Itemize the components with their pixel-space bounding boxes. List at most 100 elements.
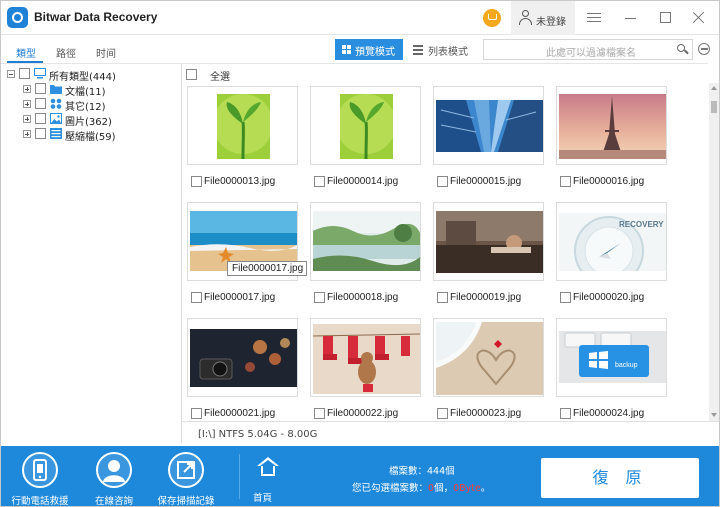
file-checkbox[interactable]: [560, 292, 571, 303]
tree-root-checkbox[interactable]: [19, 68, 30, 79]
file-checkbox[interactable]: [191, 408, 202, 419]
thumbnail-image: [217, 94, 270, 159]
menu-icon[interactable]: [586, 10, 602, 26]
expand-toggle[interactable]: [23, 130, 31, 138]
file-name: File0000022.jpg: [327, 408, 399, 419]
maximize-icon[interactable]: [658, 10, 674, 26]
file-name: File0000014.jpg: [327, 176, 399, 187]
file-checkbox[interactable]: [314, 176, 325, 187]
tree-item-checkbox[interactable]: [35, 98, 46, 109]
tree-item-other[interactable]: 其它(12): [23, 98, 173, 113]
list-mode-label: 列表模式: [428, 47, 468, 58]
divider: [239, 454, 240, 499]
computer-icon: [34, 68, 46, 79]
selected-suffix: 。: [480, 483, 491, 494]
thumbnail-image: [559, 94, 666, 159]
file-checkbox[interactable]: [437, 292, 448, 303]
selected-summary: 您已勾選檔案數：0個，0Byte。: [352, 480, 490, 494]
expand-toggle[interactable]: [23, 115, 31, 123]
selected-mid: 個，: [434, 483, 454, 494]
home-icon[interactable]: [257, 457, 279, 477]
close-icon[interactable]: [691, 10, 707, 26]
online-consult-button[interactable]: 在線咨詢: [77, 450, 149, 506]
user-icon: [519, 10, 532, 25]
expand-toggle[interactable]: [23, 100, 31, 108]
file-checkbox[interactable]: [191, 292, 202, 303]
scroll-down-arrow-icon[interactable]: [711, 413, 717, 417]
home-label[interactable]: 首頁: [253, 490, 272, 504]
mobile-rescue-label: 行動電話救援: [11, 496, 69, 507]
tree-item-checkbox[interactable]: [35, 113, 46, 124]
filter-input[interactable]: 此處可以過濾檔案名: [483, 39, 693, 60]
bottom-action-bar: 行動電話救援 在線咨詢 保存掃描記錄 首頁 檔案數：444個 您已勾選檔案數：0…: [1, 446, 719, 506]
back-icon[interactable]: [698, 43, 712, 57]
scroll-up-arrow-icon[interactable]: [711, 86, 717, 90]
file-grid: File0000013.jpg File0000014.jpg File0000…: [182, 83, 708, 421]
search-icon[interactable]: [677, 44, 689, 55]
tree-item-checkbox[interactable]: [35, 83, 46, 94]
tree-item-documents[interactable]: 文檔(11): [23, 83, 173, 98]
restore-button[interactable]: 復 原: [541, 458, 699, 498]
file-thumbnail[interactable]: backup: [556, 318, 667, 397]
app-window: Bitwar Data Recovery 未登錄 類型 路徑 时间 預覽模式 列…: [0, 0, 720, 507]
tree-root[interactable]: 所有類型(444): [7, 68, 177, 83]
tree-item-checkbox[interactable]: [35, 128, 46, 139]
file-name: File0000018.jpg: [327, 292, 399, 303]
save-scan-label: 保存掃描記錄: [157, 496, 215, 507]
thumbnail-image: [190, 329, 297, 387]
tree-item-label: 文檔(11): [65, 87, 106, 98]
file-thumbnail[interactable]: [433, 318, 544, 397]
selected-prefix: 您已勾選檔案數：: [352, 483, 429, 494]
login-label: 未登錄: [536, 17, 566, 28]
file-thumbnail[interactable]: [310, 202, 421, 281]
login-button[interactable]: 未登錄: [511, 1, 575, 35]
scrollbar-thumb[interactable]: [711, 101, 717, 113]
list-mode-button[interactable]: 列表模式: [410, 39, 472, 60]
select-all-label: 全選: [210, 72, 230, 83]
tree-item-images[interactable]: 圖片(362): [23, 113, 173, 128]
tree-item-label: 壓縮檔(59): [65, 132, 116, 143]
thumbnail-image: RECOVERY: [559, 213, 666, 271]
file-checkbox[interactable]: [314, 408, 325, 419]
thumbnail-image: [313, 211, 420, 271]
tree-item-archives[interactable]: 壓縮檔(59): [23, 128, 173, 143]
file-thumbnail[interactable]: [187, 86, 298, 165]
mobile-rescue-button[interactable]: 行動電話救援: [3, 450, 75, 506]
tree-root-label: 所有類型(444): [49, 72, 116, 83]
drive-info: [I:\] NTFS 5.04G - 8.00G: [198, 429, 318, 440]
minimize-icon[interactable]: [623, 10, 639, 26]
title-bar: Bitwar Data Recovery 未登錄: [1, 1, 719, 35]
file-thumbnail[interactable]: [187, 318, 298, 397]
grid-header: 全選: [182, 63, 708, 83]
file-thumbnail[interactable]: [310, 86, 421, 165]
cart-icon[interactable]: [483, 9, 501, 27]
file-checkbox[interactable]: [437, 176, 448, 187]
file-checkbox[interactable]: [560, 176, 571, 187]
category-tabs: 類型 路徑 时间: [1, 36, 181, 63]
file-thumbnail[interactable]: RECOVERY: [556, 202, 667, 281]
archive-icon: [50, 128, 62, 139]
category-tree: 所有類型(444) 文檔(11) 其它(12) 圖片(362) 壓縮檔(59): [1, 63, 182, 443]
file-checkbox[interactable]: [314, 292, 325, 303]
vertical-scrollbar[interactable]: [709, 83, 719, 421]
file-thumbnail[interactable]: [433, 202, 544, 281]
tab-type[interactable]: 類型: [16, 45, 36, 60]
tab-time[interactable]: 时间: [96, 45, 116, 60]
select-all-checkbox[interactable]: [186, 69, 197, 80]
file-name: File0000019.jpg: [450, 292, 522, 303]
file-thumbnail[interactable]: [556, 86, 667, 165]
file-thumbnail[interactable]: [433, 86, 544, 165]
file-thumbnail[interactable]: [310, 318, 421, 397]
tab-path[interactable]: 路徑: [56, 45, 76, 60]
expand-toggle[interactable]: [23, 85, 31, 93]
file-name: File0000020.jpg: [573, 292, 645, 303]
file-checkbox[interactable]: [191, 176, 202, 187]
thumbnail-image: backup: [559, 331, 666, 383]
file-checkbox[interactable]: [560, 408, 571, 419]
tree-item-label: 圖片(362): [65, 117, 112, 128]
preview-mode-button[interactable]: 預覽模式: [335, 39, 403, 60]
file-checkbox[interactable]: [437, 408, 448, 419]
save-scan-button[interactable]: 保存掃描記錄: [149, 450, 221, 506]
collapse-toggle[interactable]: [7, 70, 15, 78]
file-count: 檔案數：444個: [389, 466, 455, 477]
